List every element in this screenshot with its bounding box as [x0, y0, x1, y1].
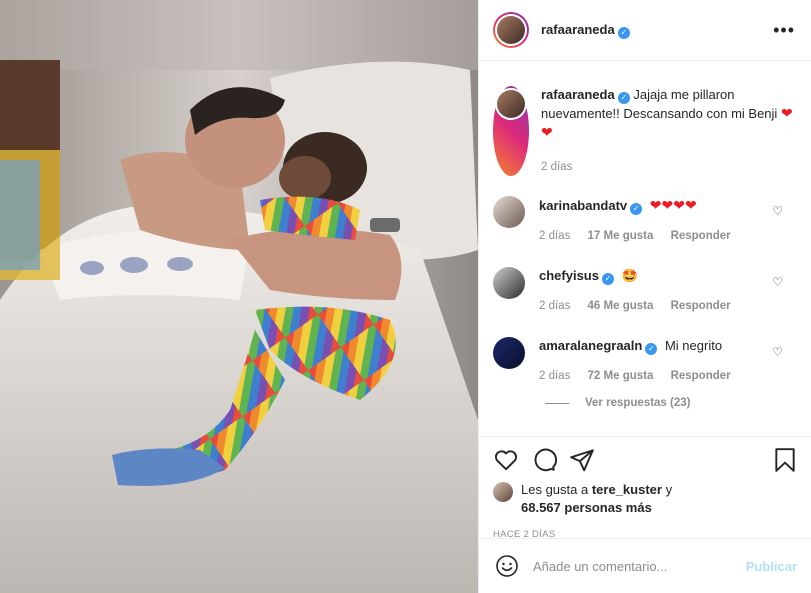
- caption-username[interactable]: rafaaraneda: [541, 87, 615, 102]
- verified-icon: ✓: [601, 273, 614, 285]
- comment-item: chefyisus ✓ 🤩 2 días 46 Me gusta Responde…: [493, 267, 797, 315]
- commenter-username[interactable]: amaralanegraaln: [539, 338, 642, 353]
- emoji-smiley-icon[interactable]: [495, 554, 519, 578]
- comment-time[interactable]: 2 días: [539, 370, 570, 382]
- author-avatar: [497, 16, 525, 44]
- replies-divider: [545, 402, 569, 404]
- comment-likes[interactable]: 17 Me gusta: [588, 230, 654, 242]
- likes-conjunction: y: [665, 482, 673, 497]
- commenter-username[interactable]: karinabandatv: [539, 198, 627, 213]
- comment-likes[interactable]: 46 Me gusta: [588, 300, 654, 312]
- verified-icon: ✓: [630, 203, 643, 215]
- author-avatar-ring[interactable]: [493, 12, 529, 48]
- heart-emoji-icon: ❤❤❤❤: [649, 197, 697, 213]
- commenter-avatar[interactable]: [493, 196, 525, 228]
- like-comment-heart-icon[interactable]: ♡: [772, 204, 783, 218]
- likes-count[interactable]: 68.567: [521, 500, 561, 515]
- instagram-post: rafaaraneda ✓ ••• rafaaraneda ✓ Jajaja me …: [0, 0, 811, 593]
- caption-avatar-ring[interactable]: [493, 86, 529, 176]
- liker-username[interactable]: tere_kuster: [592, 482, 662, 497]
- add-comment-bar: Publicar: [479, 538, 811, 593]
- likes-summary: Les gusta a tere_kuster y 68.567 persona…: [493, 481, 797, 517]
- caption: rafaaraneda ✓ Jajaja me pillaron nuevamen…: [493, 86, 797, 176]
- author-username[interactable]: rafaaraneda: [541, 22, 615, 37]
- comment-input[interactable]: [533, 558, 746, 574]
- save-bookmark-icon[interactable]: [773, 447, 797, 473]
- view-replies-button[interactable]: Ver respuestas (23): [545, 397, 797, 409]
- reply-button[interactable]: Responder: [671, 230, 731, 242]
- post-header: rafaaraneda ✓ •••: [479, 0, 811, 61]
- reply-button[interactable]: Responder: [671, 300, 731, 312]
- likes-others[interactable]: personas más: [564, 500, 651, 515]
- commenter-username[interactable]: chefyisus: [539, 268, 599, 283]
- commenter-avatar[interactable]: [493, 337, 525, 369]
- post-photo[interactable]: [0, 0, 478, 593]
- share-paper-plane-icon[interactable]: [569, 447, 595, 473]
- post-sidebar: rafaaraneda ✓ ••• rafaaraneda ✓ Jajaja me …: [478, 0, 811, 593]
- verified-icon: ✓: [617, 92, 630, 104]
- post-actions: Les gusta a tere_kuster y 68.567 persona…: [479, 436, 811, 540]
- photo-illustration: [0, 0, 478, 593]
- commenter-avatar[interactable]: [493, 267, 525, 299]
- verified-icon: ✓: [617, 26, 630, 39]
- view-replies-label: Ver respuestas (23): [585, 397, 691, 409]
- like-heart-icon[interactable]: [493, 447, 519, 473]
- comment-time[interactable]: 2 días: [539, 230, 570, 242]
- like-comment-heart-icon[interactable]: ♡: [772, 275, 783, 289]
- liker-avatar[interactable]: [493, 482, 513, 502]
- like-comment-heart-icon[interactable]: ♡: [772, 345, 783, 359]
- comment-bubble-icon[interactable]: [531, 447, 557, 473]
- comments-list: rafaaraneda ✓ Jajaja me pillaron nuevamen…: [479, 62, 811, 436]
- verified-icon: ✓: [645, 343, 658, 355]
- caption-avatar: [497, 90, 525, 118]
- caption-time[interactable]: 2 días: [541, 161, 572, 173]
- star-struck-emoji-icon: 🤩: [621, 268, 638, 283]
- comment-likes[interactable]: 72 Me gusta: [588, 370, 654, 382]
- comment-item: karinabandatv ✓ ❤❤❤❤ 2 días 17 Me gusta R…: [493, 196, 797, 245]
- comment-time[interactable]: 2 días: [539, 300, 570, 312]
- comment-text: Mi negrito: [664, 338, 723, 353]
- reply-button[interactable]: Responder: [671, 370, 731, 382]
- publish-button[interactable]: Publicar: [746, 559, 797, 574]
- comment-item: amaralanegraaln ✓ Mi negrito 2 días 72 Me…: [493, 337, 797, 385]
- action-icons: [493, 443, 797, 477]
- more-horizontal-icon[interactable]: •••: [773, 20, 795, 41]
- author-name-group: rafaaraneda ✓: [541, 22, 630, 39]
- likes-prefix: Les gusta a: [521, 482, 589, 497]
